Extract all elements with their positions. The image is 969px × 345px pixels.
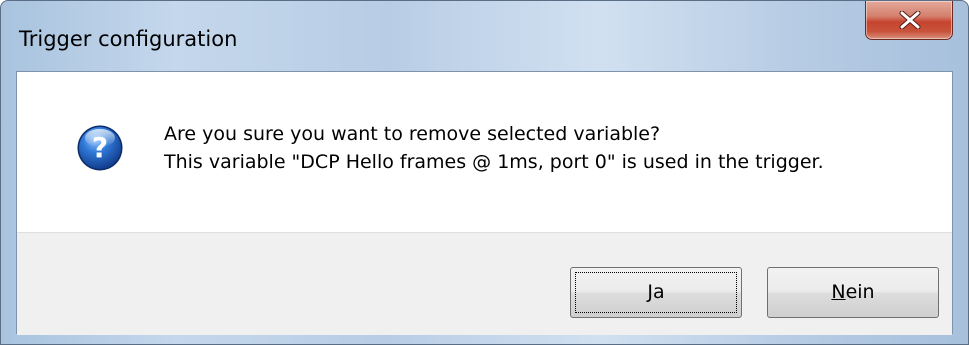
message-line-1: Are you sure you want to remove selected… <box>164 123 661 145</box>
yes-mnemonic: J <box>647 281 653 303</box>
yes-button[interactable]: Ja <box>570 267 742 318</box>
message-text: Are you sure you want to remove selected… <box>164 120 824 176</box>
message-area: ? Are you sure you want to remove select… <box>17 72 952 232</box>
question-icon: ? <box>77 125 123 171</box>
yes-label-rest: a <box>652 281 665 303</box>
title-bar[interactable]: Trigger configuration <box>1 1 968 71</box>
svg-text:?: ? <box>92 131 108 164</box>
button-bar: Ja Nein <box>17 232 952 335</box>
no-mnemonic: N <box>831 281 846 303</box>
no-label-rest: ein <box>845 281 875 303</box>
dialog-body: ? Are you sure you want to remove select… <box>16 71 953 335</box>
dialog-window: Trigger configuration ? Are you sure you… <box>0 0 969 345</box>
no-button[interactable]: Nein <box>767 267 939 318</box>
close-x-icon <box>899 11 921 29</box>
message-line-2: This variable "DCP Hello frames @ 1ms, p… <box>164 151 824 173</box>
window-title: Trigger configuration <box>19 27 238 51</box>
close-button[interactable] <box>865 1 953 40</box>
